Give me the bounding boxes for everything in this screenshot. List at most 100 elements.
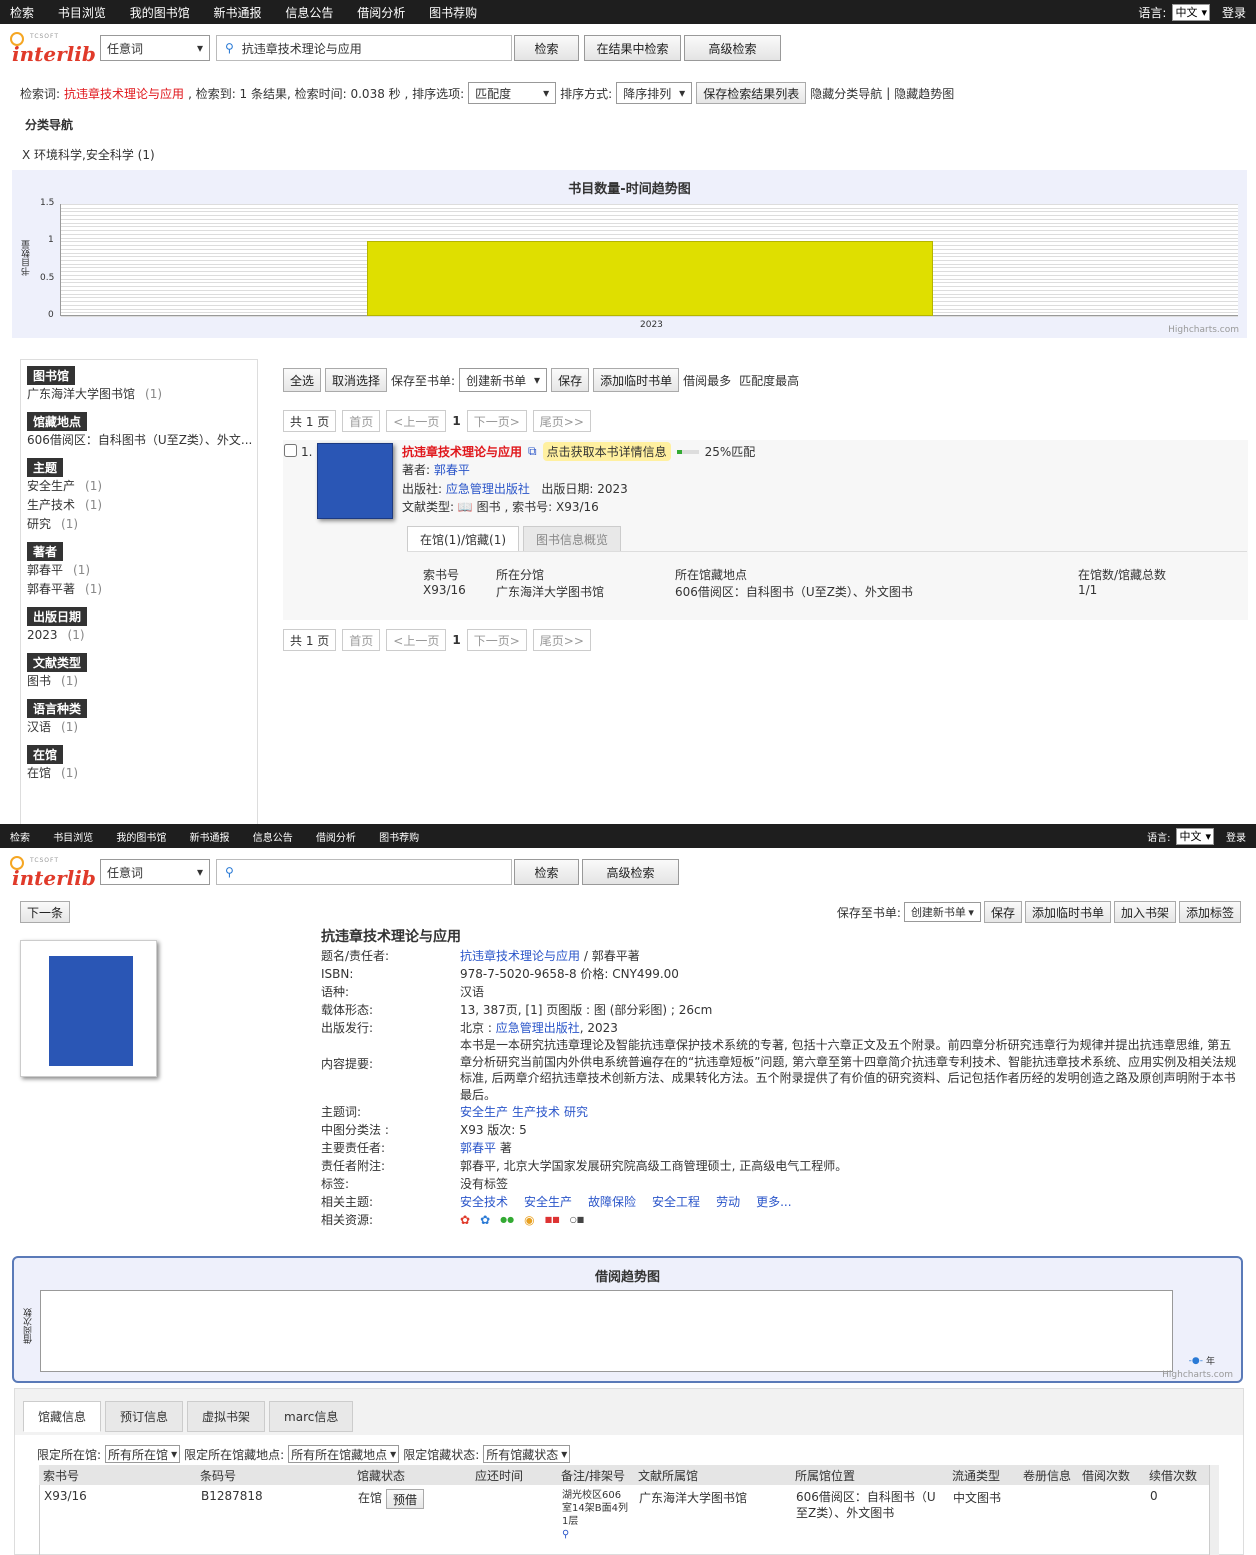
sort-option-select[interactable]: 匹配度 ▾ [468,82,557,104]
nav-borrow-analysis[interactable]: 借阅分析 [316,833,356,844]
language-select[interactable]: 中文 ▾ [1172,3,1210,21]
book-title-link[interactable]: 抗违章技术理论与应用 [402,443,522,460]
nav-borrow-analysis[interactable]: 借阅分析 [357,6,405,20]
borrow-legend[interactable]: -●- 年 [1189,1354,1215,1368]
facet-item[interactable]: 在馆 (1) [27,764,257,783]
facet-item[interactable]: 郭春平 (1) [27,561,257,580]
holdings-scrollbar[interactable] [1209,1465,1219,1555]
booklist-select[interactable]: 创建新书单 ▾ [459,368,548,392]
save-button[interactable]: 保存 [551,368,590,392]
select-all-button[interactable]: 全选 [283,368,322,392]
filter-status-select[interactable]: 所有馆藏状态 ▾ [483,1445,571,1463]
book-cover[interactable] [317,443,393,519]
login-link[interactable]: 登录 [1226,829,1246,844]
detail-row-link[interactable]: 故障保险 [588,1195,636,1209]
search-input[interactable]: ⚲ 抗违章技术理论与应用 [216,35,512,61]
external-link-icon[interactable]: ⧉ [528,444,537,459]
login-link[interactable]: 登录 [1222,4,1246,21]
facet-item[interactable]: 606借阅区：自科图书（U至Z类）、外文... [27,431,257,450]
search-field-select[interactable]: 任意词 ▾ [100,35,210,61]
result-checkbox[interactable] [284,444,297,457]
holdings-tab[interactable]: 虚拟书架 [187,1401,266,1432]
facet-item[interactable]: 郭春平著 (1) [27,580,257,599]
chart-credit[interactable]: Highcharts.com [1168,325,1239,335]
filter-loc-select[interactable]: 所有所在馆藏地点 ▾ [288,1445,400,1463]
detail-row-link[interactable]: 抗违章技术理论与应用 [460,949,580,963]
author-link[interactable]: 郭春平 [434,463,470,477]
resource-icon-6[interactable]: ○■ [570,1211,585,1229]
detail-row-link[interactable]: 劳动 [716,1195,740,1209]
holdings-tab[interactable]: 预订信息 [105,1401,184,1432]
facet-item[interactable]: 图书 (1) [27,672,257,691]
search-button[interactable]: 检索 [514,859,579,885]
detail-row-link[interactable]: 更多... [756,1195,791,1209]
add-tag-button[interactable]: 添加标签 [1178,901,1241,923]
filter-lib-select[interactable]: 所有所在馆 ▾ [105,1445,181,1463]
pager-next[interactable]: 下一页> [466,629,527,651]
nav-browse[interactable]: 书目浏览 [58,6,106,20]
chart-bar[interactable] [367,241,933,316]
borrow-chart-credit[interactable]: Highcharts.com [1162,1370,1233,1380]
nav-my-library[interactable]: 我的图书馆 [130,6,190,20]
add-temp-list-button[interactable]: 添加临时书单 [1024,901,1111,923]
holdings-tab[interactable]: 馆藏信息 [23,1401,102,1432]
nav-notices[interactable]: 信息公告 [253,833,293,844]
pager-prev[interactable]: <上一页 [386,629,447,651]
resource-icon-1[interactable]: ✿ [460,1211,470,1229]
nav-new-books[interactable]: 新书通报 [190,833,230,844]
advanced-search-button[interactable]: 高级检索 [684,35,781,61]
reserve-button[interactable]: 预借 [386,1489,425,1509]
nav-recommend[interactable]: 图书荐购 [379,833,419,844]
facet-item[interactable]: 生产技术 (1) [27,496,257,515]
facet-item[interactable]: 研究 (1) [27,515,257,534]
facet-item[interactable]: 广东海洋大学图书馆 (1) [27,385,257,404]
sort-most-borrowed-link[interactable]: 借阅最多 [683,372,731,389]
get-detail-button[interactable]: 点击获取本书详情信息 [542,442,671,461]
hide-category-link[interactable]: 隐藏分类导航 [810,85,882,102]
facet-item[interactable]: 2023 (1) [27,626,257,645]
detail-row-link[interactable]: 安全技术 [460,1195,508,1209]
nav-recommend[interactable]: 图书荐购 [429,6,477,20]
facet-item[interactable]: 汉语 (1) [27,718,257,737]
cancel-selection-button[interactable]: 取消选择 [325,368,388,392]
detail-book-cover[interactable] [49,956,133,1066]
resource-icon-2[interactable]: ✿ [480,1211,490,1229]
tab-overview[interactable]: 图书信息概览 [523,526,622,553]
pager-prev[interactable]: <上一页 [386,410,447,432]
detail-row-link[interactable]: 应急管理出版社 [496,1021,580,1035]
pager-first[interactable]: 首页 [342,410,381,432]
tab-holdings[interactable]: 在馆(1)/馆藏(1) [407,526,520,553]
detail-row-link[interactable]: 安全工程 [652,1195,700,1209]
search-in-results-button[interactable]: 在结果中检索 [584,35,681,61]
nav-my-library[interactable]: 我的图书馆 [116,833,166,844]
resource-icon-3[interactable]: ●● [500,1211,514,1229]
add-temp-list-button[interactable]: 添加临时书单 [593,368,680,392]
search-icon[interactable]: ⚲ [562,1528,631,1541]
holdings-tab[interactable]: marc信息 [269,1401,354,1432]
nav-search[interactable]: 检索 [10,833,30,844]
resource-icon-4[interactable]: ◉ [524,1211,534,1229]
category-item[interactable]: X 环境科学,安全科学 (1) [22,146,155,163]
save-results-button[interactable]: 保存检索结果列表 [696,82,807,104]
detail-row-link[interactable]: 生产技术 [512,1105,560,1119]
pager-last[interactable]: 尾页>> [532,410,591,432]
save-button[interactable]: 保存 [983,901,1022,923]
detail-row-link[interactable]: 安全生产 [460,1105,508,1119]
nav-notices[interactable]: 信息公告 [285,6,333,20]
resource-icon-5[interactable]: ■■ [545,1211,560,1229]
search-input[interactable]: ⚲ [216,859,512,885]
detail-row-link[interactable]: 研究 [564,1105,588,1119]
search-button[interactable]: 检索 [514,35,579,61]
hide-trend-link[interactable]: 隐藏趋势图 [894,85,954,102]
language-select[interactable]: 中文 ▾ [1176,827,1214,845]
pager-next[interactable]: 下一页> [466,410,527,432]
nav-search[interactable]: 检索 [10,6,34,20]
detail-row-link[interactable]: 安全生产 [524,1195,572,1209]
detail-row-link[interactable]: 郭春平 [460,1141,496,1155]
pager-first[interactable]: 首页 [342,629,381,651]
nav-new-books[interactable]: 新书通报 [214,6,262,20]
nav-browse[interactable]: 书目浏览 [53,833,93,844]
next-record-button[interactable]: 下一条 [20,901,71,923]
publisher-link[interactable]: 应急管理出版社 [446,482,530,496]
sort-best-match-link[interactable]: 匹配度最高 [739,372,799,389]
